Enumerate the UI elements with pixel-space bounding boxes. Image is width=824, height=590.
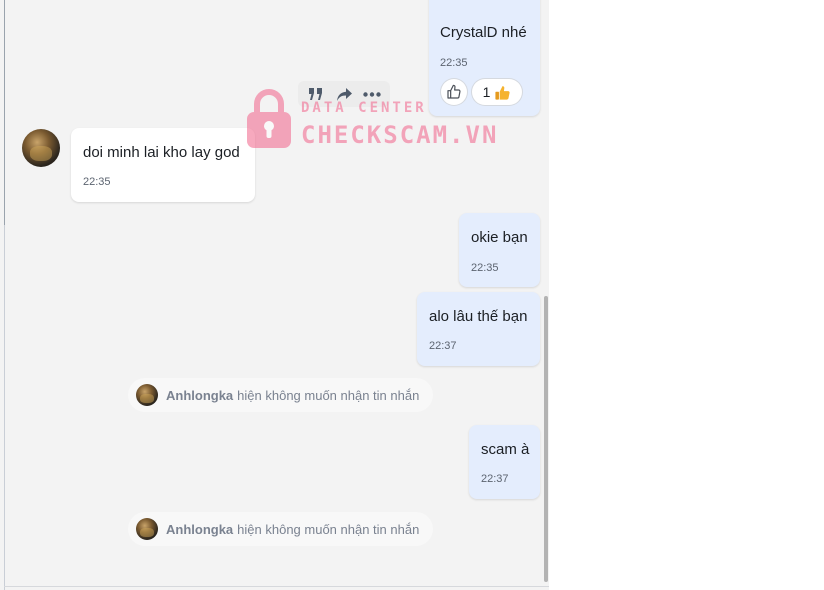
chat-panel: CrystalD nhé 22:35 1 doi minh lai kho la… [0, 0, 549, 590]
system-notice: Anhlongka hiện không muốn nhận tin nhắn [128, 512, 433, 546]
thumbs-up-outline-icon [447, 84, 461, 99]
watermark-brand: CHECKSCAM.VN [301, 121, 499, 149]
notice-avatar [136, 384, 158, 406]
reaction-count: 1 [482, 84, 491, 100]
incoming-message[interactable]: doi minh lai kho lay god 22:35 [71, 128, 255, 202]
outgoing-message[interactable]: okie bạn 22:35 [459, 213, 540, 287]
outgoing-message[interactable]: scam à 22:37 [469, 425, 540, 499]
outgoing-message[interactable]: alo lâu thế bạn 22:37 [417, 292, 540, 366]
message-text: alo lâu thế bạn [429, 308, 528, 325]
like-reaction-button[interactable] [441, 79, 467, 105]
forward-icon [336, 87, 352, 101]
message-text: doi minh lai kho lay god [83, 144, 240, 161]
message-text: scam à [481, 441, 530, 458]
thumbs-up-emoji-icon [495, 85, 510, 100]
reaction-count-badge[interactable]: 1 [472, 79, 522, 105]
message-time: 22:35 [83, 176, 111, 188]
message-text: CrystalD nhé [440, 24, 527, 41]
quote-icon [309, 88, 322, 100]
message-action-toolbar [298, 81, 390, 107]
message-time: 22:35 [440, 57, 468, 69]
notice-avatar [136, 518, 158, 540]
message-text: okie bạn [471, 229, 528, 246]
quote-button[interactable] [305, 83, 327, 105]
message-time: 22:37 [481, 473, 509, 485]
notice-text: hiện không muốn nhận tin nhắn [237, 521, 420, 537]
message-time: 22:35 [471, 262, 499, 274]
notice-user-name: Anhlongka [166, 387, 234, 403]
system-notice: Anhlongka hiện không muốn nhận tin nhắn [128, 378, 433, 412]
chat-bottom-border [4, 586, 549, 587]
panel-divider-highlight [4, 0, 5, 225]
message-time: 22:37 [429, 340, 457, 352]
more-icon [363, 91, 381, 97]
sender-avatar[interactable] [22, 129, 60, 167]
chat-scrollbar[interactable] [544, 296, 548, 582]
more-button[interactable] [361, 83, 383, 105]
notice-text: hiện không muốn nhận tin nhắn [237, 387, 420, 403]
forward-button[interactable] [333, 83, 355, 105]
notice-user-name: Anhlongka [166, 521, 234, 537]
